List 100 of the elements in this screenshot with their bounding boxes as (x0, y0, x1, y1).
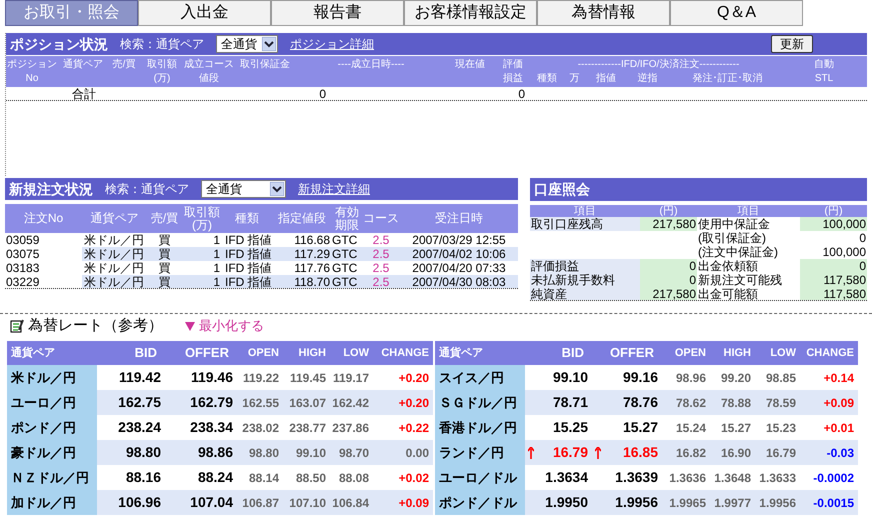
rate-value: 119.46 (190, 368, 233, 387)
rate-value: 98.80 (126, 443, 161, 462)
rate-range-value: 88.08 (338, 470, 369, 486)
rate-change: -0.03 (826, 444, 854, 462)
table-cell-text: 03075 (5, 247, 40, 261)
rate-range-value: 237.86 (332, 420, 369, 436)
account-item: 出金可能額 (697, 287, 759, 300)
rate-value: 1.3634 (545, 468, 588, 487)
column-heading: 種類 (234, 212, 260, 225)
minimize-link[interactable]: 最小化する (185, 316, 264, 336)
rate-value: 1.9956 (615, 493, 658, 512)
rate-value: 162.75 (118, 393, 161, 412)
rate-range-value: 1.9977 (714, 494, 751, 512)
panel-title: 口座照会 (534, 180, 590, 199)
rate-value: 238.34 (190, 418, 233, 437)
rate-range-value: 15.27 (720, 420, 751, 436)
column-heading: HIGH (298, 346, 327, 361)
refresh-button[interactable]: 更新 (771, 35, 813, 53)
column-heading: 種類 (536, 72, 558, 86)
column-heading: 取引保証金 (239, 58, 291, 72)
rate-range-value: 238.02 (242, 420, 279, 436)
table-cell: 1 (182, 247, 222, 261)
column-heading: ----成立日時---- (336, 58, 406, 72)
account-value: 100,000 (800, 217, 867, 231)
rate-range-value: 1.9956 (759, 494, 796, 512)
panel-title: ポジション状況 (10, 34, 108, 54)
account-item: 取引口座残高 (530, 217, 640, 231)
currency-pair: ＳＧドル／円 (435, 390, 525, 415)
column-heading: ポジション No (6, 58, 58, 86)
rate-range-value: 78.88 (720, 394, 751, 412)
table-cell: 2007/04/02 10:06 (400, 247, 518, 261)
column-heading: OFFER (608, 344, 655, 362)
column-heading: LOW (769, 346, 797, 361)
rate-value: 15.25 (552, 418, 588, 437)
column-heading: BID (134, 344, 158, 362)
account-value: 0 (640, 259, 697, 273)
column-heading: 受注日時 (434, 212, 484, 225)
nav-tab[interactable]: 報告書 (271, 0, 404, 26)
rate-value: 99.16 (622, 368, 658, 387)
currency-pair: 加ドル／円 (7, 490, 97, 515)
currency-pair: ポンド／ドル (435, 490, 525, 515)
notepad-pencil-icon (10, 319, 24, 333)
rate-range-value: 1.3636 (669, 470, 706, 486)
column-heading: -------------IFD/IFO/決済注文------------ (576, 58, 740, 72)
detail-link[interactable]: 新規注文詳細 (298, 180, 370, 198)
table-cell: 買 (147, 247, 182, 261)
currency-pair: ＮＺドル／円 (7, 465, 97, 490)
column-heading: LOW (342, 346, 370, 361)
table-cell-text: 1 (212, 261, 221, 275)
rate-range-value: 15.24 (676, 420, 706, 436)
column-heading: 通貨ペア (438, 346, 484, 361)
detail-link[interactable]: ポジション詳細 (290, 35, 374, 53)
account-value: 100,000 (822, 245, 867, 259)
currency-select[interactable]: 全通貨 (216, 35, 278, 53)
search-label: 検索：通貨ペア (105, 181, 189, 198)
rate-range-value: 106.87 (242, 494, 279, 512)
currency-pair: ユーロ／ドル (435, 465, 525, 490)
column-heading: OPEN (246, 346, 280, 361)
column-heading: 指定値段 (277, 212, 327, 225)
column-heading: 逆指 (636, 72, 658, 86)
rate-change: -0.0015 (813, 494, 854, 512)
currency-select[interactable]: 全通貨 (201, 180, 286, 198)
table-cell-text: 03229 (5, 275, 40, 288)
nav-tab[interactable]: 為替情報 (537, 0, 670, 26)
table-cell-text: 2.5 (372, 261, 390, 275)
rate-change: -0.0002 (813, 470, 854, 486)
currency-pair: スイス／円 (435, 365, 525, 390)
rate-range-value: 15.23 (766, 420, 796, 436)
account-item: (注文中保証金) (697, 245, 779, 259)
column-heading: 評価 損益 (502, 58, 524, 86)
column-heading: BID (560, 344, 585, 362)
select-value: 全通貨 (206, 181, 243, 198)
column-heading: 注文No (22, 212, 64, 225)
rate-value: 16.85 (622, 443, 658, 462)
nav-tab[interactable]: Q＆A (670, 0, 803, 26)
nav-tab[interactable]: 入出金 (138, 0, 271, 26)
column-heading: 通貨ペア (62, 58, 104, 72)
account-item: 新規注文可能残 (697, 273, 783, 287)
table-cell: 2.5 (362, 275, 400, 288)
table-cell: 米ドル／円 (82, 275, 147, 288)
rate-value: 107.04 (190, 493, 233, 512)
rate-range-value: 119.22 (242, 370, 279, 386)
table-cell-text: GTC (332, 233, 358, 247)
rate-value: 1.9950 (545, 493, 588, 512)
column-heading: 有効期限 (334, 206, 360, 232)
rate-range-value: 98.85 (766, 370, 796, 386)
rate-range-value: 107.10 (289, 494, 326, 512)
rate-value: 16.79 (552, 443, 588, 462)
dropdown-arrow-icon (270, 182, 284, 196)
nav-tab[interactable]: お客様情報設定 (404, 0, 537, 26)
table-cell-text: 米ドル／円 (83, 261, 145, 275)
rate-value: 78.71 (552, 393, 588, 412)
table-cell: 買 (147, 275, 182, 288)
rate-range-value: 163.07 (289, 394, 326, 412)
rate-range-value: 88.14 (248, 470, 279, 486)
table-cell-text: 117.76 (293, 261, 331, 275)
table-cell-text: 2007/04/20 07:33 (411, 261, 507, 275)
column-heading: 項目 (736, 205, 760, 217)
column-heading: 通貨ペア (90, 212, 140, 225)
account-value: 0 (858, 231, 867, 245)
